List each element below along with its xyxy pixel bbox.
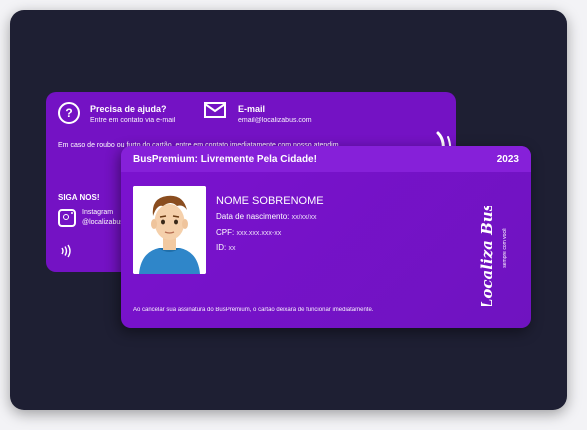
dob-value: xx/xx/xx	[291, 214, 317, 221]
email-section: E-mail email@localizabus.com	[204, 102, 312, 124]
nfc-icon	[61, 244, 71, 258]
instagram-label: Instagram	[82, 209, 114, 216]
mail-icon	[204, 102, 226, 118]
cpf-field: CPF: xxx.xxx.xxx-xx	[216, 228, 281, 237]
instagram-handle: @localizabus	[82, 219, 124, 226]
cancel-note: Ao cancelar sua assinatura do BusPremium…	[133, 307, 374, 313]
brand-tagline: sempre com você	[502, 228, 508, 268]
card-slogan: BusPremium: Livremente Pela Cidade!	[133, 154, 317, 165]
cpf-value: xxx.xxx.xxx-xx	[236, 230, 282, 237]
cpf-label: CPF:	[216, 228, 235, 237]
instagram-link[interactable]: Instagram @localizabus	[58, 208, 124, 228]
id-value: xx	[228, 245, 236, 252]
holder-name: NOME SOBRENOME	[216, 195, 324, 207]
card-front: BusPremium: Livremente Pela Cidade! 2023	[121, 146, 531, 328]
follow-label: SIGA NOS!	[58, 193, 100, 202]
card-year: 2023	[496, 154, 519, 165]
avatar	[133, 186, 206, 274]
id-label: ID:	[216, 243, 227, 252]
instagram-icon	[58, 209, 76, 227]
question-icon: ?	[58, 102, 80, 124]
brand-name: Localiza Bus	[478, 206, 496, 306]
dob-label: Data de nascimento:	[216, 212, 290, 221]
email-title: E-mail	[238, 104, 266, 114]
dob-field: Data de nascimento: xx/xx/xx	[216, 212, 317, 221]
help-subtitle: Entre em contato via e-mail	[90, 117, 176, 124]
brand-logo: Localiza Bus sempre com você	[478, 206, 508, 306]
email-value[interactable]: email@localizabus.com	[238, 117, 312, 124]
help-section: ? Precisa de ajuda? Entre em contato via…	[58, 102, 175, 124]
id-field: ID: xx	[216, 243, 235, 252]
help-title: Precisa de ajuda?	[90, 104, 167, 114]
